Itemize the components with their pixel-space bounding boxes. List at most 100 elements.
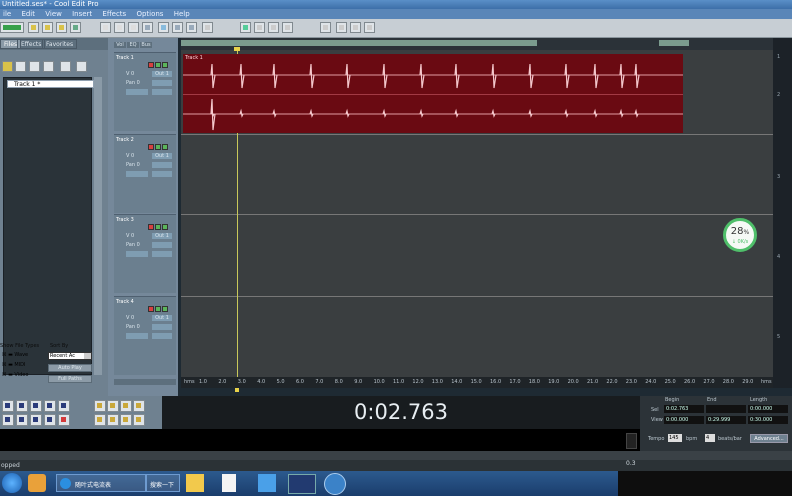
- insert-icon[interactable]: [29, 61, 40, 72]
- record-arm-icon[interactable]: [148, 306, 154, 312]
- k-app-icon[interactable]: [324, 473, 346, 495]
- file-list-scrollbar[interactable]: [94, 77, 102, 375]
- menu-file[interactable]: ile: [3, 10, 11, 18]
- volume-value[interactable]: V 0: [126, 233, 134, 239]
- record-arm-icon[interactable]: [148, 62, 154, 68]
- track-header[interactable]: Track 1 V 0 Out 1 Pan 0: [114, 52, 176, 131]
- zoom-window[interactable]: [659, 40, 689, 46]
- rewind-icon[interactable]: [16, 414, 28, 426]
- solo-icon[interactable]: [155, 144, 161, 150]
- track-name[interactable]: Track 1: [116, 55, 134, 61]
- volume-value[interactable]: V 0: [126, 315, 134, 321]
- tempo-input[interactable]: 145: [668, 434, 682, 442]
- scrub-icon[interactable]: [320, 22, 331, 33]
- stop-icon[interactable]: [2, 400, 14, 412]
- stretch-icon[interactable]: [350, 22, 361, 33]
- view-begin-field[interactable]: 0:00.000: [664, 416, 704, 424]
- zoom-in-horizontal-icon[interactable]: [94, 400, 106, 412]
- paste-icon[interactable]: [128, 22, 139, 33]
- menu-view[interactable]: View: [45, 10, 62, 18]
- mute-icon[interactable]: [162, 62, 168, 68]
- menu-effects[interactable]: Effects: [102, 10, 126, 18]
- move-icon[interactable]: [282, 22, 293, 33]
- loop-file-icon[interactable]: [76, 61, 87, 72]
- folder-icon[interactable]: [186, 474, 204, 492]
- menu-edit[interactable]: Edit: [21, 10, 35, 18]
- lock-button[interactable]: [126, 251, 148, 257]
- menu-help[interactable]: Help: [174, 10, 190, 18]
- in-button[interactable]: [152, 89, 172, 95]
- mix-icon[interactable]: [142, 22, 153, 33]
- pause-icon[interactable]: [30, 400, 42, 412]
- open-icon[interactable]: [28, 22, 39, 33]
- track-name[interactable]: Track 3: [116, 217, 134, 223]
- audio-clip[interactable]: Track 1: [183, 54, 683, 133]
- file-list[interactable]: Track 1 *: [3, 77, 94, 375]
- loop-icon[interactable]: [172, 22, 183, 33]
- header-scrollbar[interactable]: [114, 379, 176, 385]
- track-header[interactable]: Track 4 V 0 Out 1 Pan 0: [114, 296, 176, 375]
- zoom-full-icon[interactable]: [120, 400, 132, 412]
- track-header[interactable]: Track 2 V 0 Out 1 Pan 0: [114, 134, 176, 213]
- pan-value[interactable]: Pan 0: [126, 324, 140, 330]
- zoom-sel-left-icon[interactable]: [120, 414, 132, 426]
- zoom-sel-right-icon[interactable]: [133, 414, 145, 426]
- ruler-marker-icon[interactable]: [235, 388, 239, 392]
- pan-value[interactable]: Pan 0: [126, 80, 140, 86]
- meter-icon[interactable]: [364, 22, 375, 33]
- tab-eq[interactable]: EQ: [127, 42, 139, 48]
- envelope-icon[interactable]: [336, 22, 347, 33]
- full-paths-button[interactable]: Full Paths: [48, 375, 92, 383]
- vertical-scrollbar[interactable]: 1 2 3 4 5: [773, 38, 792, 388]
- tab-vol[interactable]: Vol: [114, 42, 126, 48]
- time-ruler[interactable]: hms hms 1.0 2.0 3.0 4.0 5.0 6.0 7.0 8.0 9.0 10.0 1…: [181, 377, 773, 388]
- volume-value[interactable]: V 0: [126, 71, 134, 77]
- menu-options[interactable]: Options: [136, 10, 163, 18]
- go-to-end-icon[interactable]: [44, 414, 56, 426]
- zoom-out-vertical-icon[interactable]: [107, 414, 119, 426]
- tab-favorites[interactable]: Favorites: [42, 39, 78, 49]
- output-select[interactable]: Out 1: [152, 233, 172, 239]
- fx-button[interactable]: [152, 80, 172, 86]
- lock-button[interactable]: [126, 171, 148, 177]
- cooledit-icon[interactable]: [288, 474, 316, 494]
- record-arm-icon[interactable]: [148, 144, 154, 150]
- menu-insert[interactable]: Insert: [72, 10, 92, 18]
- record-icon[interactable]: [58, 414, 70, 426]
- in-button[interactable]: [152, 251, 172, 257]
- gear-icon[interactable]: [202, 22, 213, 33]
- track-name[interactable]: Track 4: [116, 299, 134, 305]
- type-midi[interactable]: ☒ ▬ MIDI: [2, 362, 26, 368]
- start-button-icon[interactable]: [2, 473, 22, 493]
- view-length-field[interactable]: 0:30.000: [748, 416, 788, 424]
- copy-icon[interactable]: [114, 22, 125, 33]
- play-file-icon[interactable]: [60, 61, 71, 72]
- beats-input[interactable]: 4: [705, 434, 715, 442]
- volume-value[interactable]: V 0: [126, 153, 134, 159]
- cut-icon[interactable]: [100, 22, 111, 33]
- zoom-in-vertical-icon[interactable]: [94, 414, 106, 426]
- play-icon[interactable]: [16, 400, 28, 412]
- taskbar-item-search[interactable]: 搜索一下: [146, 474, 180, 492]
- scroll-thumb[interactable]: [181, 40, 537, 46]
- save-icon[interactable]: [42, 22, 53, 33]
- record-arm-icon[interactable]: [148, 224, 154, 230]
- open-file-icon[interactable]: [2, 61, 13, 72]
- advanced-button[interactable]: Advanced...: [750, 434, 788, 443]
- sel-begin-field[interactable]: 0:02.763: [664, 405, 704, 413]
- close-file-icon[interactable]: [15, 61, 26, 72]
- select-icon[interactable]: [268, 22, 279, 33]
- sort-by-select[interactable]: Recent Ac: [48, 352, 92, 360]
- close-icon[interactable]: [56, 22, 67, 33]
- fast-forward-icon[interactable]: [30, 414, 42, 426]
- document-icon[interactable]: [222, 474, 236, 492]
- zoom-fit-icon[interactable]: [133, 400, 145, 412]
- meter-toggle-icon[interactable]: [626, 433, 637, 449]
- fx-button[interactable]: [152, 242, 172, 248]
- taskbar-item-ie[interactable]: 随叶式电流表: [56, 474, 146, 492]
- multitrack-icon[interactable]: [240, 22, 251, 33]
- go-to-start-icon[interactable]: [2, 414, 14, 426]
- track-header[interactable]: Track 3 V 0 Out 1 Pan 0: [114, 214, 176, 293]
- play-to-end-icon[interactable]: [44, 400, 56, 412]
- sel-end-field[interactable]: [706, 405, 746, 413]
